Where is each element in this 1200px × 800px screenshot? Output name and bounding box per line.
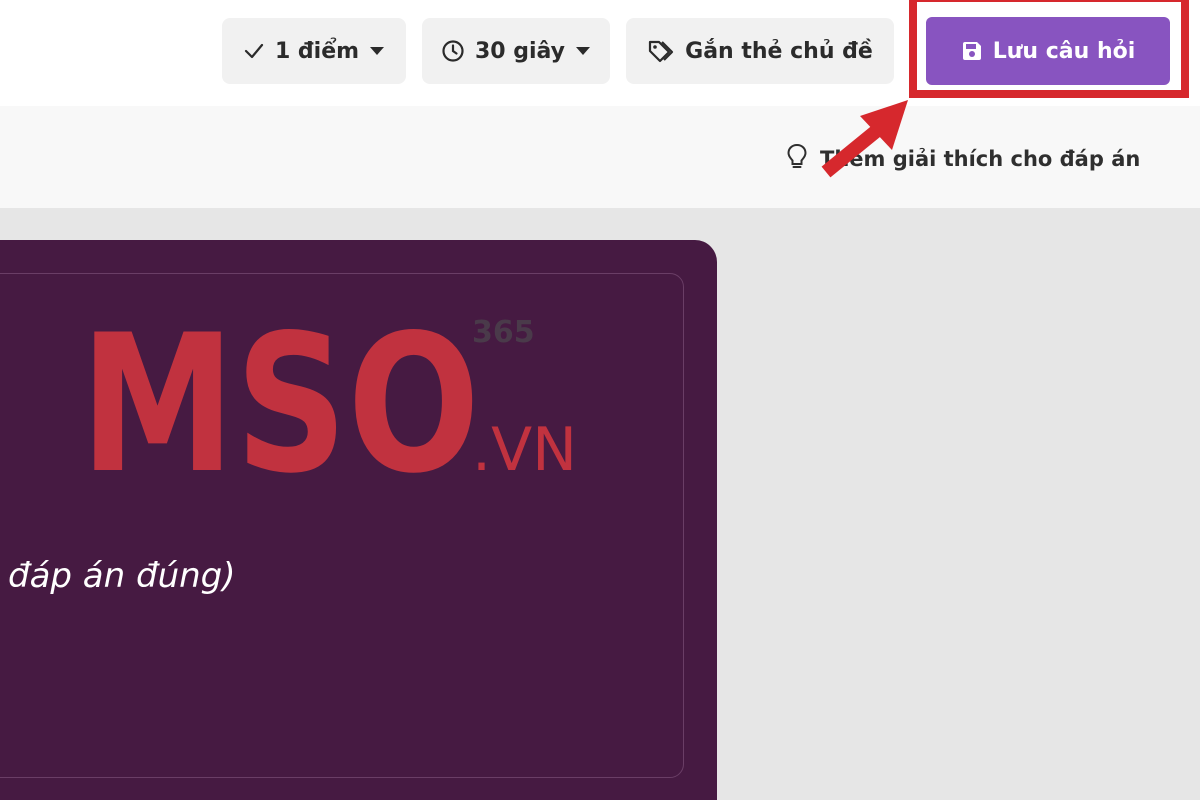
caret-down-icon — [369, 45, 385, 57]
lightbulb-icon — [786, 142, 808, 177]
highlight-box — [909, 0, 1189, 98]
points-label: 1 điểm — [274, 38, 360, 64]
tag-icon — [647, 39, 675, 63]
check-icon — [243, 40, 265, 62]
explanation-label: Thêm giải thích cho đáp án — [820, 147, 1141, 171]
points-dropdown[interactable]: 1 điểm — [222, 18, 406, 84]
time-dropdown[interactable]: 30 giây — [422, 18, 610, 84]
question-text[interactable]: đáp án đúng) — [8, 556, 236, 596]
logo-brand: MSO — [80, 310, 480, 510]
clock-icon — [441, 39, 465, 63]
time-label: 30 giây — [474, 38, 566, 64]
mso-watermark-logo: 365 MSO .VN — [80, 310, 577, 510]
logo-badge: 365 — [472, 315, 535, 350]
add-explanation-link[interactable]: Thêm giải thích cho đáp án — [786, 142, 1140, 176]
logo-suffix: .VN — [472, 415, 577, 485]
tag-label: Gắn thẻ chủ đề — [685, 38, 873, 64]
tag-topic-button[interactable]: Gắn thẻ chủ đề — [626, 18, 894, 84]
caret-down-icon — [575, 45, 591, 57]
